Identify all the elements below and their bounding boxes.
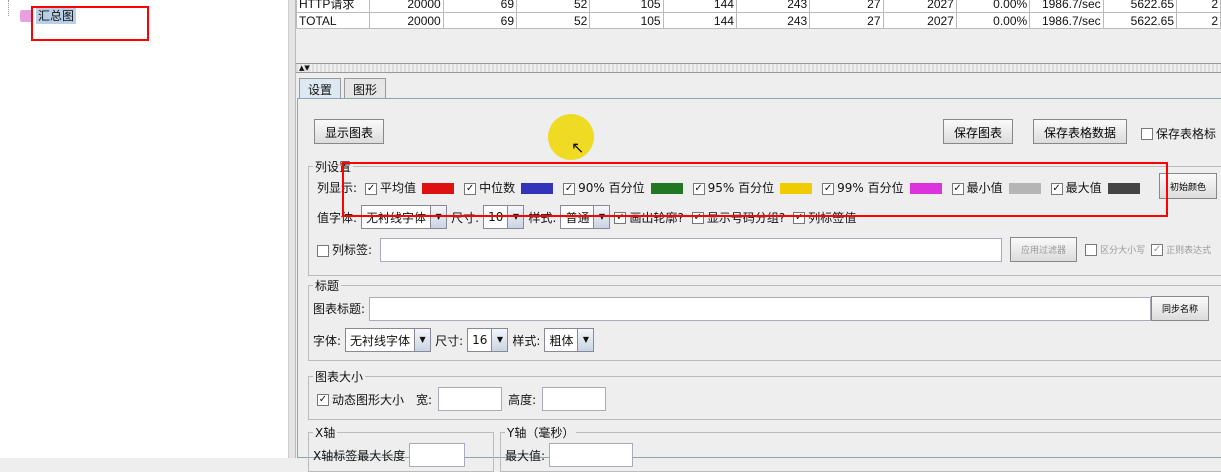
y-max-input[interactable] xyxy=(549,443,634,467)
case-sensitive-checkbox[interactable]: 区分大小写 xyxy=(1085,243,1145,257)
horizontal-splitter[interactable]: ▲▼ xyxy=(296,63,1221,73)
title-font-row: 字体: 无衬线字体 ▼ 尺寸: 16 ▼ 样式: 粗体 ▼ xyxy=(313,328,598,352)
table-cell: 1986.7/sec xyxy=(1029,12,1104,29)
table-cell: 105 xyxy=(589,12,664,29)
mouse-cursor-icon: ↖ xyxy=(571,138,585,157)
size-label: 尺寸: xyxy=(435,333,464,348)
chart-size-group: 图表大小 ✓ 动态图形大小 宽: 高度: xyxy=(308,368,1221,420)
chart-size-row: ✓ 动态图形大小 宽: 高度: xyxy=(317,387,607,411)
y-axis-group: Y轴（毫秒） 最大值: xyxy=(500,424,1221,472)
table-cell: HTTP请求 xyxy=(295,0,371,13)
table-cell: 0.00% xyxy=(955,0,1031,13)
tab-graph[interactable]: 图形 xyxy=(344,78,387,99)
settings-panel: 显示图表 保存图表 保存表格数据 保存表格标 列设置 列显示: ✓ 平均值 ✓ 中位数… xyxy=(297,98,1221,472)
x-label-max-length-label: X轴标签最大长度 xyxy=(313,448,406,463)
x-axis-row: X轴标签最大长度 xyxy=(313,443,466,467)
highlight-box xyxy=(31,6,149,41)
title-style-select[interactable]: 粗体 ▼ xyxy=(544,328,595,352)
display-chart-button[interactable]: 显示图表 xyxy=(314,119,385,144)
width-input[interactable] xyxy=(438,387,503,411)
column-label-input[interactable] xyxy=(380,237,1003,262)
save-table-data-button[interactable]: 保存表格数据 xyxy=(1033,119,1128,144)
table-cell: 5622.65 xyxy=(1102,12,1178,29)
style-label: 样式: xyxy=(512,333,541,348)
table-cell: TOTAL xyxy=(295,12,371,29)
table-cell: 243 xyxy=(735,12,811,29)
table-cell: 105 xyxy=(589,0,664,13)
highlight-box xyxy=(342,162,1168,217)
table-cell: 52 xyxy=(516,0,591,13)
tree-line xyxy=(8,0,9,16)
table-cell: 52 xyxy=(516,12,591,29)
tab-settings[interactable]: 设置 xyxy=(299,78,342,99)
height-input[interactable] xyxy=(542,387,607,411)
table-cell: 144 xyxy=(662,12,737,29)
column-label-row: 列标签: 应用过滤器 区分大小写 ✓ 正则表达式 xyxy=(317,237,1221,262)
dynamic-size-checkbox[interactable]: ✓ 动态图形大小 xyxy=(317,391,404,408)
group-title: X轴 xyxy=(313,424,338,441)
results-table: HTTP请求 20000 69 52 105 144 243 27 2027 0.00% 1986.… xyxy=(295,0,1221,29)
y-axis-row: 最大值: xyxy=(505,443,634,467)
sync-name-button[interactable]: 同步名称 xyxy=(1151,296,1210,321)
chart-title-input[interactable] xyxy=(369,296,1152,321)
table-cell: 27 xyxy=(809,0,884,13)
table-cell: 69 xyxy=(442,0,518,13)
table-row[interactable]: HTTP请求 20000 69 52 105 144 243 27 2027 0.00% 1986.… xyxy=(295,0,1221,13)
group-title: 标题 xyxy=(313,277,342,294)
y-max-label: 最大值: xyxy=(505,448,546,463)
regex-checkbox[interactable]: ✓ 正则表达式 xyxy=(1151,243,1211,257)
group-title: Y轴（毫秒） xyxy=(505,424,577,441)
table-cell: 2 xyxy=(1176,0,1221,13)
apply-filter-button[interactable]: 应用过滤器 xyxy=(1010,237,1078,262)
x-axis-group: X轴 X轴标签最大长度 xyxy=(308,424,494,472)
x-label-max-length-input[interactable] xyxy=(409,443,466,467)
vertical-splitter[interactable] xyxy=(288,0,296,458)
table-cell: 27 xyxy=(809,12,884,29)
table-cell: 20000 xyxy=(369,0,444,13)
chart-title-label: 图表标题: xyxy=(313,302,366,316)
column-label-checkbox[interactable]: 列标签: xyxy=(317,241,372,258)
height-label: 高度: xyxy=(508,392,537,407)
save-chart-button[interactable]: 保存图表 xyxy=(943,119,1014,144)
table-cell: 2027 xyxy=(882,0,957,13)
table-cell: 5622.65 xyxy=(1102,0,1178,13)
title-group: 标题 图表标题: 同步名称 字体: 无衬线字体 ▼ 尺寸: 16 ▼ 样式: 粗体 ▼ xyxy=(308,277,1221,361)
title-size-select[interactable]: 16 ▼ xyxy=(467,328,509,352)
title-font-select[interactable]: 无衬线字体 ▼ xyxy=(345,328,432,352)
width-label: 宽: xyxy=(416,392,433,407)
save-table-header-checkbox[interactable]: 保存表格标 xyxy=(1141,125,1216,142)
table-cell: 243 xyxy=(735,0,811,13)
table-row[interactable]: TOTAL 20000 69 52 105 144 243 27 2027 0.00% 1986.7… xyxy=(295,12,1221,29)
font-label: 字体: xyxy=(313,333,342,348)
table-cell: 20000 xyxy=(369,12,444,29)
group-title: 图表大小 xyxy=(313,368,366,385)
table-cell: 2 xyxy=(1176,12,1221,29)
table-cell: 69 xyxy=(442,12,518,29)
test-plan-tree: 汇总图 xyxy=(0,0,288,458)
chart-title-row: 图表标题: 同步名称 xyxy=(313,296,1210,321)
table-cell: 2027 xyxy=(882,12,957,29)
table-cell: 0.00% xyxy=(955,12,1031,29)
table-cell: 1986.7/sec xyxy=(1029,0,1104,13)
table-cell: 144 xyxy=(662,0,737,13)
